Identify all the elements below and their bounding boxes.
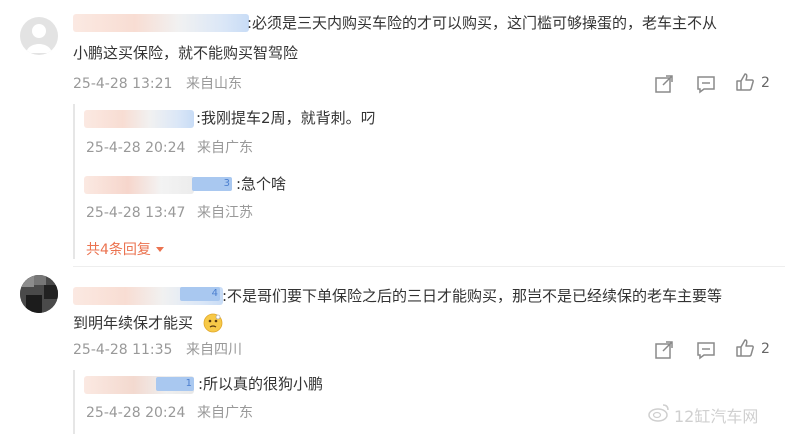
reply-location: 来自江苏 [197,205,253,221]
reply-location: 来自广东 [197,405,253,421]
comment-location: 来自山东 [186,76,242,92]
comment-text-line2: 小鹏这买保险，就不能购买智驾险 [73,44,299,62]
reply-author-blurred[interactable] [84,110,194,128]
like-icon[interactable] [735,72,755,92]
more-replies-link[interactable]: 共4条回复 [86,239,165,259]
commenter-name-blurred[interactable] [73,14,249,32]
fan-level-badge: 4 [180,287,220,301]
comment-text-line1: :必须是三天内购买车险的才可以购买，这门槛可够操蛋的，老车主不从 [247,14,718,32]
share-icon[interactable] [654,340,674,360]
fan-level-badge: 3 [192,177,232,191]
commenter-avatar[interactable] [20,17,58,55]
reply-text: :急个啥 [236,175,287,193]
reply-date: 25-4-28 20:24 [86,405,186,421]
like-icon[interactable] [735,338,755,358]
thinking-face-emoji [203,313,223,333]
reply-author-blurred[interactable] [84,176,194,194]
avatar-image [20,275,58,313]
reply-text: :所以真的很狗小鹏 [198,375,324,393]
like-count: 2 [761,341,770,357]
caret-down-icon [156,247,165,252]
share-icon[interactable] [654,74,674,94]
comment-text-line1: :不是哥们要下单保险之后的三日才能购买，那岂不是已经续保的老车主要等 [222,287,723,305]
fan-level-badge: 1 [156,377,194,391]
reply-location: 来自广东 [197,140,253,156]
reply-date: 25-4-28 20:24 [86,140,186,156]
like-count: 2 [761,75,770,91]
comment-date: 25-4-28 13:21 [73,76,173,92]
commenter-avatar[interactable] [20,275,58,313]
watermark-text: 12缸汽车网 [674,407,759,426]
comment-icon[interactable] [696,74,716,94]
reply-thread-rail [73,104,75,259]
comment-text-line2: 到明年续保才能买 [73,314,194,332]
reply-text: :我刚提车2周，就背刺。叼 [196,109,376,127]
more-replies-label: 共4条回复 [86,242,151,258]
reply-date: 25-4-28 13:47 [86,205,186,221]
comment-divider [73,266,785,267]
default-avatar-icon [26,24,52,53]
reply-thread-rail [73,370,75,434]
comment-location: 来自四川 [186,342,242,358]
comment-date: 25-4-28 11:35 [73,342,173,358]
comment-icon[interactable] [696,340,716,360]
weibo-logo-icon [648,402,670,422]
